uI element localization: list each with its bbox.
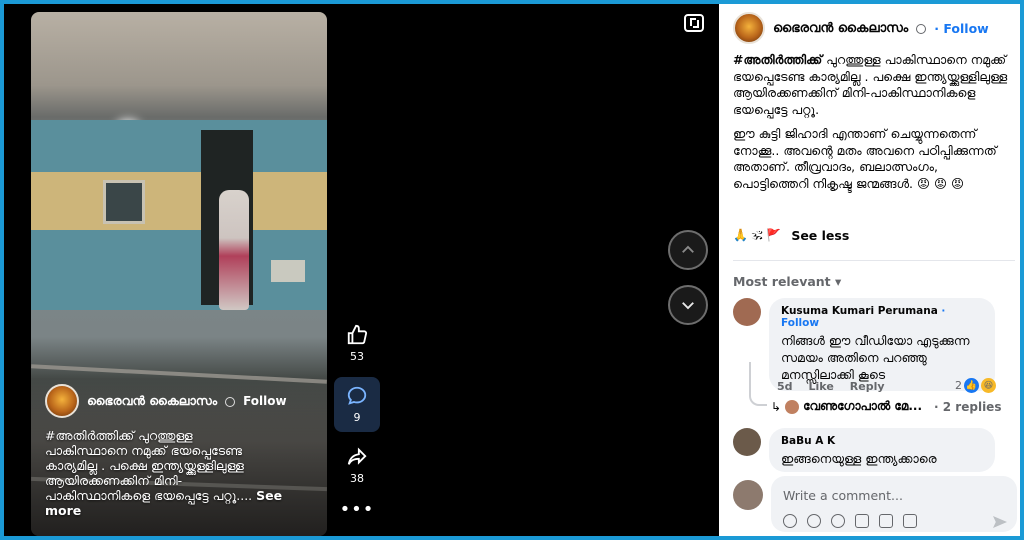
gif-icon[interactable] xyxy=(879,514,893,528)
comment-time[interactable]: 5d xyxy=(777,380,793,393)
chevron-down-icon xyxy=(682,302,694,310)
post-text: #അതിർത്തിക്ക് പുറത്തുള്ള പാകിസ്ഥാനെ നമുക… xyxy=(733,52,1008,191)
comment-placeholder: Write a comment... xyxy=(783,488,903,503)
post-emoji-row: 🙏 🕉 🚩 See less xyxy=(733,228,850,243)
like-count: 53 xyxy=(350,350,364,363)
avatar-sticker-icon[interactable] xyxy=(783,514,797,528)
next-video-button[interactable] xyxy=(668,285,708,325)
chevron-up-icon xyxy=(682,245,694,253)
video-player[interactable]: ഭൈരവൻ കൈലാസം Follow #അതിർത്തിക്ക് പുറത്ത… xyxy=(31,12,327,536)
post-follow-button[interactable]: · Follow xyxy=(934,21,988,36)
avatar[interactable] xyxy=(733,298,761,326)
comment-text: ഇങ്ങനെയുള്ള ഇന്ത്യക്കാരെ xyxy=(781,451,937,466)
comment-reply-button[interactable]: Reply xyxy=(850,380,885,393)
hashtag-link[interactable]: #അതിർത്തിക്ക് xyxy=(733,52,822,67)
comment-input[interactable]: Write a comment... xyxy=(771,476,1017,532)
reply-arrow-icon: ↳ xyxy=(771,399,782,414)
composer-tools xyxy=(783,514,917,528)
like-reaction-icon: 👍 xyxy=(964,378,979,393)
divider xyxy=(733,260,1015,261)
comment-sort-dropdown[interactable]: Most relevant ▾ xyxy=(733,274,841,289)
post-author-name[interactable]: ഭൈരവൻ കൈലാസം xyxy=(773,21,908,36)
replies-link[interactable]: ↳ വേണുഗോപാൽ മേ... · 2 replies xyxy=(771,399,1015,414)
video-author-name[interactable]: ഭൈരവൻ കൈലാസം xyxy=(87,393,217,409)
video-follow-button[interactable]: Follow xyxy=(243,394,287,408)
viewer-frame: ഭൈരവൻ കൈലാസം Follow #അതിർത്തിക്ക് പുറത്ത… xyxy=(4,4,1020,536)
like-button[interactable]: 53 xyxy=(334,324,380,363)
commenter-name[interactable]: Kusuma Kumari Perumana xyxy=(781,305,938,317)
reply-author-name: വേണുഗോപാൽ മേ... xyxy=(803,399,923,413)
comment-bubble: BaBu A K ഇങ്ങനെയുള്ള ഇന്ത്യക്കാരെ xyxy=(769,428,995,472)
avatar[interactable] xyxy=(733,428,761,456)
globe-icon xyxy=(225,397,236,407)
globe-icon xyxy=(916,24,927,34)
replies-count: · 2 replies xyxy=(934,399,1002,414)
post-header: ഭൈരവൻ കൈലാസം · Follow xyxy=(733,12,989,44)
share-count: 38 xyxy=(350,472,364,485)
video-scene-train xyxy=(31,120,327,310)
haha-reaction-icon: 😆 xyxy=(981,378,996,393)
avatar xyxy=(785,399,800,414)
share-button[interactable]: 38 xyxy=(334,446,380,485)
comment-count: 9 xyxy=(353,411,361,424)
avatar[interactable] xyxy=(733,12,765,44)
sticker-icon[interactable] xyxy=(903,514,917,528)
comment-text: നിങ്ങൾ ഈ വീഡിയോ എടുക്കുന്ന സമയം അതിനെ പറ… xyxy=(781,333,970,382)
share-icon xyxy=(347,447,367,465)
thumbs-up-icon xyxy=(347,324,368,345)
see-less-link[interactable]: See less xyxy=(791,228,849,243)
video-scene-person xyxy=(219,190,249,310)
more-options-icon[interactable]: ••• xyxy=(334,499,380,520)
comment-reactions[interactable]: 2 👍 😆 xyxy=(955,378,996,393)
emoji-icon[interactable] xyxy=(807,514,821,528)
send-icon[interactable] xyxy=(993,516,1007,528)
previous-video-button[interactable] xyxy=(668,230,708,270)
reel-actions: 53 9 38 ••• xyxy=(334,324,380,520)
commenter-name[interactable]: BaBu A K xyxy=(781,435,835,447)
fullscreen-icon[interactable] xyxy=(684,14,704,32)
comment-button[interactable]: 9 xyxy=(334,377,380,432)
post-panel: ഭൈരവൻ കൈലാസം · Follow #അതിർത്തിക്ക് പുറത… xyxy=(719,4,1020,536)
avatar[interactable] xyxy=(45,384,79,418)
video-author: ഭൈരവൻ കൈലാസം Follow xyxy=(45,384,287,418)
avatar xyxy=(733,480,763,510)
comment-item: BaBu A K ഇങ്ങനെയുള്ള ഇന്ത്യക്കാരെ xyxy=(733,428,995,472)
reply-thread-line xyxy=(749,362,767,406)
emoji-icon[interactable] xyxy=(831,514,845,528)
comment-icon xyxy=(347,386,367,405)
video-caption: #അതിർത്തിക്ക് പുറത്തുള്ള പാകിസ്ഥാനെ നമുക… xyxy=(45,428,283,518)
comment-like-button[interactable]: Like xyxy=(809,380,834,393)
camera-icon[interactable] xyxy=(855,514,869,528)
